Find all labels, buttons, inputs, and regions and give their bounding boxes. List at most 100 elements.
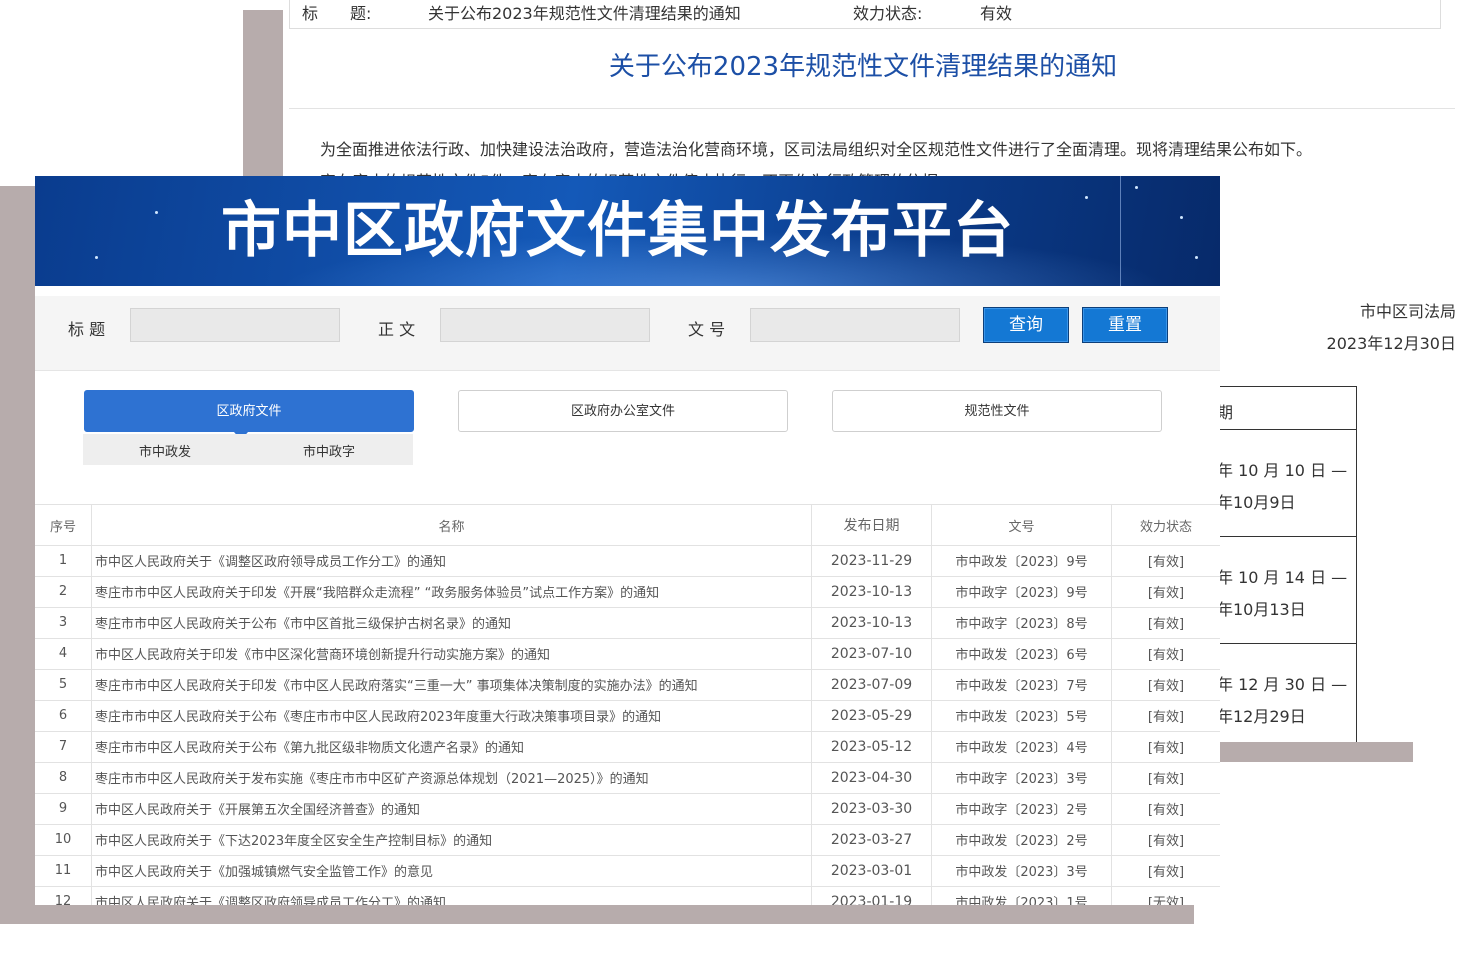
table-row[interactable]: 3 枣庄市市中区人民政府关于公布《市中区首批三级保护古树名录》的通知 2023-10…	[35, 607, 1220, 639]
doc-table-cell: 年 10 月 14 日 —	[1217, 568, 1348, 587]
row-status: [有效]	[1147, 679, 1185, 694]
row-no: 2	[35, 576, 92, 607]
table-row[interactable]: 2 枣庄市市中区人民政府关于印发《开展“我陪群众走流程” “政务服务体验员”试点工…	[35, 576, 1220, 608]
row-doc-no: 市中政字〔2023〕3号	[932, 762, 1112, 793]
row-no: 1	[35, 545, 92, 576]
row-name-link[interactable]: 枣庄市市中区人民政府关于发布实施《枣庄市市中区矿产资源总体规划（2021—202…	[92, 762, 812, 793]
table-row[interactable]: 1 市中区人民政府关于《调整区政府领导成员工作分工》的通知 2023-11-29 市中…	[35, 545, 1220, 577]
row-date: 2023-04-30	[812, 762, 932, 793]
row-status: [有效]	[1147, 865, 1185, 880]
signature-date: 2023年12月30日	[1326, 334, 1456, 353]
row-status: [有效]	[1147, 586, 1185, 601]
row-name-link[interactable]: 市中区人民政府关于印发《市中区深化营商环境创新提升行动实施方案》的通知	[92, 638, 812, 669]
table-row[interactable]: 12 市中区人民政府关于《调整区政府领导成员工作分工》的通知 2023-01-19 市…	[35, 886, 1220, 905]
meta-title-label: 标 题:	[302, 4, 372, 23]
row-status: [有效]	[1147, 648, 1185, 663]
row-name-link[interactable]: 枣庄市市中区人民政府关于印发《市中区人民政府落实“三重一大” 事项集体决策制度的…	[92, 669, 812, 700]
document-paragraph: 为全面推进依法行政、加快建设法治政府，营造法治化营商环境，区司法局组织对全区规范…	[320, 140, 1313, 159]
row-doc-no: 市中政发〔2023〕7号	[932, 669, 1112, 700]
table-header-row: 序号 名称 发布日期 文号 效力状态	[35, 504, 1220, 546]
divider	[1213, 643, 1356, 644]
row-date: 2023-05-12	[812, 731, 932, 762]
row-date: 2023-10-13	[812, 607, 932, 638]
subtab-shizhong-zhengzi[interactable]: 市中政字	[303, 441, 355, 460]
table-row[interactable]: 10 市中区人民政府关于《下达2023年度全区安全生产控制目标》的通知 2023-0…	[35, 824, 1220, 856]
header-date: 发布日期	[812, 505, 932, 545]
row-name-link[interactable]: 市中区人民政府关于《加强城镇燃气安全监管工作》的意见	[92, 855, 812, 886]
tab-district-office-files[interactable]: 区政府办公室文件	[458, 390, 788, 432]
row-name-link[interactable]: 市中区人民政府关于《开展第五次全国经济普查》的通知	[92, 793, 812, 824]
body-search-input[interactable]	[440, 308, 650, 342]
table-row[interactable]: 11 市中区人民政府关于《加强城镇燃气安全监管工作》的意见 2023-03-01 市中…	[35, 855, 1220, 887]
row-date: 2023-03-01	[812, 855, 932, 886]
row-name-link[interactable]: 枣庄市市中区人民政府关于印发《开展“我陪群众走流程” “政务服务体验员”试点工作…	[92, 576, 812, 607]
row-no: 7	[35, 731, 92, 762]
divider	[1213, 536, 1356, 537]
row-status: [有效]	[1147, 555, 1185, 570]
meta-status-value: 有效	[980, 4, 1013, 23]
body-search-label: 正 文	[378, 320, 416, 339]
row-doc-no: 市中政发〔2023〕2号	[932, 824, 1112, 855]
doc-no-search-label: 文 号	[688, 320, 726, 339]
table-row[interactable]: 5 枣庄市市中区人民政府关于印发《市中区人民政府落实“三重一大” 事项集体决策制度…	[35, 669, 1220, 701]
row-date: 2023-10-13	[812, 576, 932, 607]
divider	[1213, 386, 1356, 387]
tab-normative-files[interactable]: 规范性文件	[832, 390, 1162, 432]
row-doc-no: 市中政发〔2023〕6号	[932, 638, 1112, 669]
row-status: [有效]	[1147, 741, 1185, 756]
table-row[interactable]: 8 枣庄市市中区人民政府关于发布实施《枣庄市市中区矿产资源总体规划（2021—20…	[35, 762, 1220, 794]
row-date: 2023-01-19	[812, 886, 932, 905]
tab-district-government-files[interactable]: 区政府文件	[84, 390, 414, 432]
row-doc-no: 市中政发〔2023〕9号	[932, 545, 1112, 576]
row-name-link[interactable]: 市中区人民政府关于《调整区政府领导成员工作分工》的通知	[92, 886, 812, 905]
row-no: 11	[35, 855, 92, 886]
row-status: [有效]	[1147, 710, 1185, 725]
row-date: 2023-07-09	[812, 669, 932, 700]
row-no: 4	[35, 638, 92, 669]
doc-table-cell: 年 10 月 10 日 —	[1217, 461, 1348, 480]
table-row[interactable]: 6 枣庄市市中区人民政府关于公布《枣庄市市中区人民政府2023年度重大行政决策事项…	[35, 700, 1220, 732]
row-doc-no: 市中政字〔2023〕2号	[932, 793, 1112, 824]
doc-table-cell: 年10月13日	[1217, 600, 1306, 619]
title-search-input[interactable]	[130, 308, 340, 342]
doc-table-cell: 年 12 月 30 日 —	[1217, 675, 1348, 694]
row-name-link[interactable]: 枣庄市市中区人民政府关于公布《枣庄市市中区人民政府2023年度重大行政决策事项目…	[92, 700, 812, 731]
signature-org: 市中区司法局	[1359, 302, 1456, 321]
subtab-shizhong-zhengfa[interactable]: 市中政发	[139, 441, 191, 460]
table-row[interactable]: 4 市中区人民政府关于印发《市中区深化营商环境创新提升行动实施方案》的通知 2023…	[35, 638, 1220, 670]
row-doc-no: 市中政发〔2023〕1号	[932, 886, 1112, 905]
row-name-link[interactable]: 市中区人民政府关于《下达2023年度全区安全生产控制目标》的通知	[92, 824, 812, 855]
platform-title: 市中区政府文件集中发布平台	[221, 196, 1014, 266]
query-button[interactable]: 查询	[983, 307, 1069, 343]
row-doc-no: 市中政字〔2023〕8号	[932, 607, 1112, 638]
row-doc-no: 市中政发〔2023〕4号	[932, 731, 1112, 762]
header-doc-no: 文号	[932, 505, 1112, 545]
document-table: 期 年 10 月 10 日 — 年10月9日 年 10 月 14 日 — 年10…	[1213, 386, 1357, 742]
meta-title-value: 关于公布2023年规范性文件清理结果的通知	[428, 4, 741, 23]
row-status: [有效]	[1147, 803, 1185, 818]
row-no: 12	[35, 886, 92, 905]
platform-banner: 市中区政府文件集中发布平台	[35, 176, 1220, 286]
document-meta-row: 标 题: 关于公布2023年规范性文件清理结果的通知 效力状态: 有效	[289, 0, 1441, 29]
divider	[289, 108, 1455, 109]
table-row[interactable]: 9 市中区人民政府关于《开展第五次全国经济普查》的通知 2023-03-30 市中政字…	[35, 793, 1220, 825]
document-signature: 市中区司法局 2023年12月30日	[1327, 296, 1456, 360]
header-no: 序号	[35, 505, 92, 545]
subtab-bar: 市中政发 市中政字	[83, 434, 413, 465]
row-doc-no: 市中政发〔2023〕3号	[932, 855, 1112, 886]
row-name-link[interactable]: 枣庄市市中区人民政府关于公布《第九批区级非物质文化遗产名录》的通知	[92, 731, 812, 762]
table-row[interactable]: 7 枣庄市市中区人民政府关于公布《第九批区级非物质文化遗产名录》的通知 2023-0…	[35, 731, 1220, 763]
row-no: 3	[35, 607, 92, 638]
row-doc-no: 市中政字〔2023〕9号	[932, 576, 1112, 607]
reset-button[interactable]: 重置	[1082, 307, 1168, 343]
row-doc-no: 市中政发〔2023〕5号	[932, 700, 1112, 731]
doc-no-search-input[interactable]	[750, 308, 960, 342]
divider	[1213, 429, 1356, 430]
search-form: 标 题 正 文 文 号 查询 重置	[35, 296, 1220, 371]
platform-window: 市中区政府文件集中发布平台 标 题 正 文 文 号 查询 重置 区政府文件 区政…	[35, 176, 1220, 905]
row-name-link[interactable]: 枣庄市市中区人民政府关于公布《市中区首批三级保护古树名录》的通知	[92, 607, 812, 638]
row-name-link[interactable]: 市中区人民政府关于《调整区政府领导成员工作分工》的通知	[92, 545, 812, 576]
row-no: 8	[35, 762, 92, 793]
row-no: 6	[35, 700, 92, 731]
row-date: 2023-03-30	[812, 793, 932, 824]
